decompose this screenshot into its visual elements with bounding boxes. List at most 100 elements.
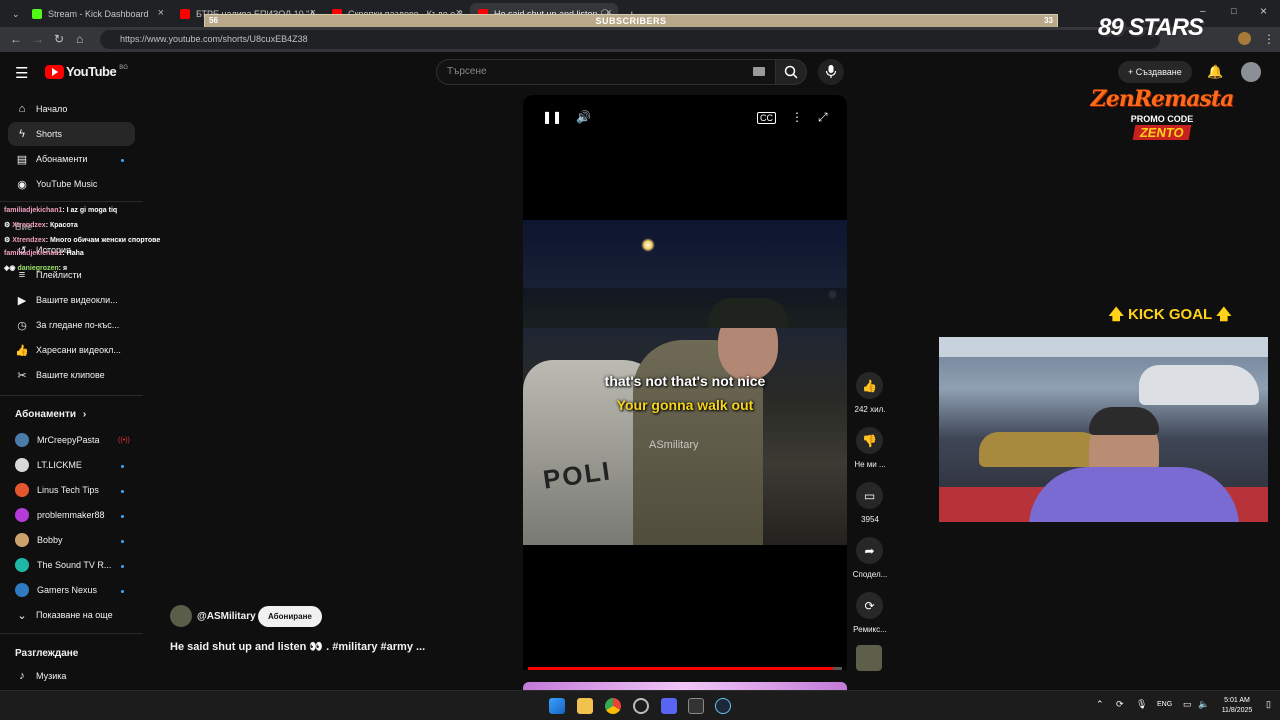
subscription-the-sound-tv[interactable]: The Sound TV R... <box>8 553 135 577</box>
share-icon: ➦ <box>864 543 875 558</box>
hamburger-menu-icon[interactable]: ☰ <box>15 64 28 82</box>
car-lettering: POLI <box>541 455 614 495</box>
new-content-dot <box>121 465 124 468</box>
subscription-ltlickme[interactable]: LT.LICKME <box>8 453 135 477</box>
create-button[interactable]: + Създаване <box>1118 61 1192 83</box>
url-bar[interactable]: https://www.youtube.com/shorts/U8cuxEB4Z… <box>100 30 1160 49</box>
dislike-button[interactable]: 👎 <box>856 427 883 454</box>
windows-start-icon[interactable] <box>549 698 565 714</box>
tab-kick-dashboard[interactable]: Stream - Kick Dashboard × <box>24 3 170 25</box>
discord-icon[interactable] <box>661 698 677 714</box>
input-language[interactable]: ENG <box>1157 701 1172 708</box>
share-button[interactable]: ➦ <box>856 537 883 564</box>
speaker-icon[interactable]: 🔈 <box>1198 699 1209 710</box>
subscription-mrcreepypasta[interactable]: MrCreepyPasta <box>8 428 135 452</box>
your-videos-icon: ▶ <box>17 294 27 307</box>
sidebar-item-shorts[interactable]: ϟ Shorts <box>8 122 135 146</box>
more-options-icon[interactable]: ⋮ <box>791 110 803 124</box>
music-icon: ♪ <box>19 670 25 682</box>
volume-icon[interactable]: 🔊 <box>576 110 591 124</box>
sidebar-item-home[interactable]: ⌂ Начало <box>8 97 135 121</box>
watch-later-icon: ◷ <box>17 319 27 332</box>
voice-search-button[interactable] <box>818 59 844 85</box>
obs-icon[interactable] <box>633 698 649 714</box>
browser-menu-icon[interactable]: ⋮ <box>1263 32 1275 46</box>
zenremasta-promo: ZenRemasta PROMO CODE ZENTO <box>1082 86 1242 168</box>
forward-icon[interactable]: → <box>32 32 44 46</box>
youtube-logo[interactable]: YouTube BG <box>45 64 128 79</box>
steam-icon[interactable] <box>715 698 731 714</box>
pause-icon[interactable]: ❚❚ <box>542 110 562 124</box>
sidebar-item-label: Музика <box>36 671 67 681</box>
comments-button[interactable]: ▭ <box>856 482 883 509</box>
sidebar-item-watch-later[interactable]: ◷ За гледане по-къс... <box>8 313 135 337</box>
sidebar-item-your-videos[interactable]: ▶ Вашите видеокли... <box>8 288 135 312</box>
tray-sync-icon[interactable]: ⟳ <box>1116 699 1124 710</box>
tray-chevron-icon[interactable]: ⌃ <box>1096 699 1104 710</box>
channel-avatar[interactable] <box>170 605 192 627</box>
streamer-webcam <box>939 337 1268 522</box>
file-explorer-icon[interactable] <box>577 698 593 714</box>
sidebar-item-youtube-music[interactable]: ◉ YouTube Music <box>8 172 135 196</box>
profile-avatar[interactable] <box>1238 32 1251 45</box>
remix-button[interactable]: ⟳ <box>856 592 883 619</box>
sidebar-item-label: За гледане по-къс... <box>36 320 120 330</box>
subscribe-button[interactable]: Абониране <box>258 606 322 627</box>
subscription-problemmaker88[interactable]: problemmaker88 <box>8 503 135 527</box>
arrow-up-icon: 🡅 <box>1211 306 1232 323</box>
channel-avatar <box>15 533 29 547</box>
remix-icon: ⟳ <box>864 598 875 613</box>
notifications-bell-icon[interactable]: 🔔 <box>1207 64 1223 80</box>
comment-icon: ▭ <box>863 488 876 503</box>
street-light <box>641 238 655 252</box>
sidebar-item-clips[interactable]: ✂ Вашите клипове <box>8 363 135 387</box>
sidebar-item-music[interactable]: ♪ Музика <box>8 664 135 688</box>
maximize-icon[interactable]: □ <box>1231 6 1236 16</box>
clips-icon: ✂ <box>17 369 27 382</box>
chevron-right-icon: › <box>82 409 87 420</box>
plus-icon: + <box>1128 67 1136 77</box>
subscription-linus-tech-tips[interactable]: Linus Tech Tips <box>8 478 135 502</box>
back-icon[interactable]: ← <box>10 32 22 46</box>
reload-icon[interactable]: ↻ <box>54 32 64 46</box>
chrome-icon[interactable] <box>605 698 621 714</box>
notification-center-icon[interactable]: ▯ <box>1266 699 1271 710</box>
keyboard-icon[interactable] <box>753 67 765 76</box>
tray-microphone-icon[interactable]: 🎙 <box>1136 699 1147 710</box>
subscribers-label: SUBSCRIBERS <box>595 16 667 26</box>
shorts-video-player[interactable]: ❚❚ 🔊 CC ⋮ ⤢ POLI that's not that's not n… <box>523 95 847 670</box>
subscription-bobby[interactable]: Bobby <box>8 528 135 552</box>
fullscreen-icon[interactable]: ⤢ <box>818 110 828 125</box>
short-title[interactable]: He said shut up and listen 👀 . #military… <box>170 640 425 653</box>
tab-list-button[interactable]: ⌄ <box>4 3 22 25</box>
like-button[interactable]: 👍 <box>856 372 883 399</box>
search-input[interactable]: Търсене <box>436 59 776 85</box>
account-avatar[interactable] <box>1241 62 1261 82</box>
subscription-gamers-nexus[interactable]: Gamers Nexus <box>8 578 135 602</box>
sound-thumbnail[interactable] <box>856 645 882 671</box>
sidebar-item-liked[interactable]: 👍 Харесани видеокл... <box>8 338 135 362</box>
chevron-down-icon: ⌄ <box>17 609 27 622</box>
video-progress-bar[interactable] <box>528 667 842 670</box>
ceiling-lights <box>939 337 1268 357</box>
show-more-button[interactable]: ⌄ Показване на още <box>8 603 135 627</box>
subscribers-goal: 33 <box>1044 16 1053 25</box>
system-clock[interactable]: 5:01 AM 11/8/2025 <box>1212 696 1262 716</box>
chat-text: : Красота <box>45 222 78 229</box>
windows-taskbar: ⌃ ⟳ 🎙 ENG ▭ 🔈 5:01 AM 11/8/2025 ▯ <box>0 690 1280 720</box>
close-window-icon[interactable]: × <box>1260 4 1267 18</box>
stars-logo-text: 89 STARS <box>1098 14 1204 41</box>
sidebar-item-label: Вашите видеокли... <box>36 295 118 305</box>
home-browser-icon[interactable]: ⌂ <box>76 32 83 46</box>
subscriptions-heading[interactable]: Абонаменти › <box>15 409 86 420</box>
close-tab-icon[interactable]: × <box>158 7 164 19</box>
captions-icon[interactable]: CC <box>757 112 776 124</box>
chat-user: familiadjekichan1 <box>4 250 63 257</box>
network-icon[interactable]: ▭ <box>1183 699 1192 710</box>
search-button[interactable] <box>775 59 807 85</box>
beret <box>708 298 788 328</box>
chat-user: familiadjekichan1 <box>4 207 63 214</box>
terminal-icon[interactable] <box>688 698 704 714</box>
sidebar-item-subscriptions[interactable]: ▤ Абонаменти <box>8 147 135 171</box>
channel-handle[interactable]: @ASMilitary <box>197 611 256 622</box>
